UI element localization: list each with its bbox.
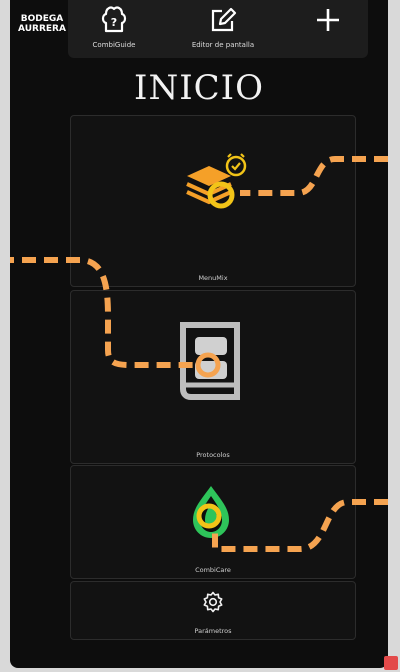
parametros-card[interactable]: Parámetros <box>70 581 356 640</box>
protocolos-card[interactable]: Protocolos <box>70 290 356 464</box>
plus-icon <box>315 0 341 40</box>
editor-button[interactable]: Editor de pantalla <box>178 0 268 58</box>
svg-text:?: ? <box>111 16 117 29</box>
combicare-label: CombiCare <box>195 566 231 574</box>
page-title: INICIO <box>134 68 264 108</box>
add-button[interactable] <box>308 0 348 58</box>
menumix-card[interactable]: MenuMix <box>70 115 356 287</box>
corner-close-icon[interactable] <box>384 656 398 670</box>
chef-hat-question-icon: ? <box>101 0 127 40</box>
parametros-label: Parámetros <box>194 627 232 635</box>
top-toolbar: ? CombiGuide Editor de pantalla <box>68 0 368 58</box>
brand-logo: BODEGA AURRERA <box>14 14 70 34</box>
gear-icon <box>202 591 224 613</box>
menumix-label: MenuMix <box>198 274 228 282</box>
brand-line-2: AURRERA <box>18 24 66 34</box>
combicare-drop-icon <box>189 484 233 540</box>
combiguide-button[interactable]: ? CombiGuide <box>84 0 144 58</box>
protocolos-label: Protocolos <box>196 451 230 459</box>
combiguide-label: CombiGuide <box>92 41 136 49</box>
brand-line-1: BODEGA <box>20 14 64 24</box>
combicare-card[interactable]: CombiCare <box>70 465 356 579</box>
editor-label: Editor de pantalla <box>191 41 255 49</box>
menumix-icon <box>183 152 253 222</box>
protocol-book-icon <box>177 319 247 409</box>
device-screen: BODEGA AURRERA ? CombiGuide Editor de pa… <box>10 0 388 668</box>
edit-pencil-icon <box>208 0 238 40</box>
